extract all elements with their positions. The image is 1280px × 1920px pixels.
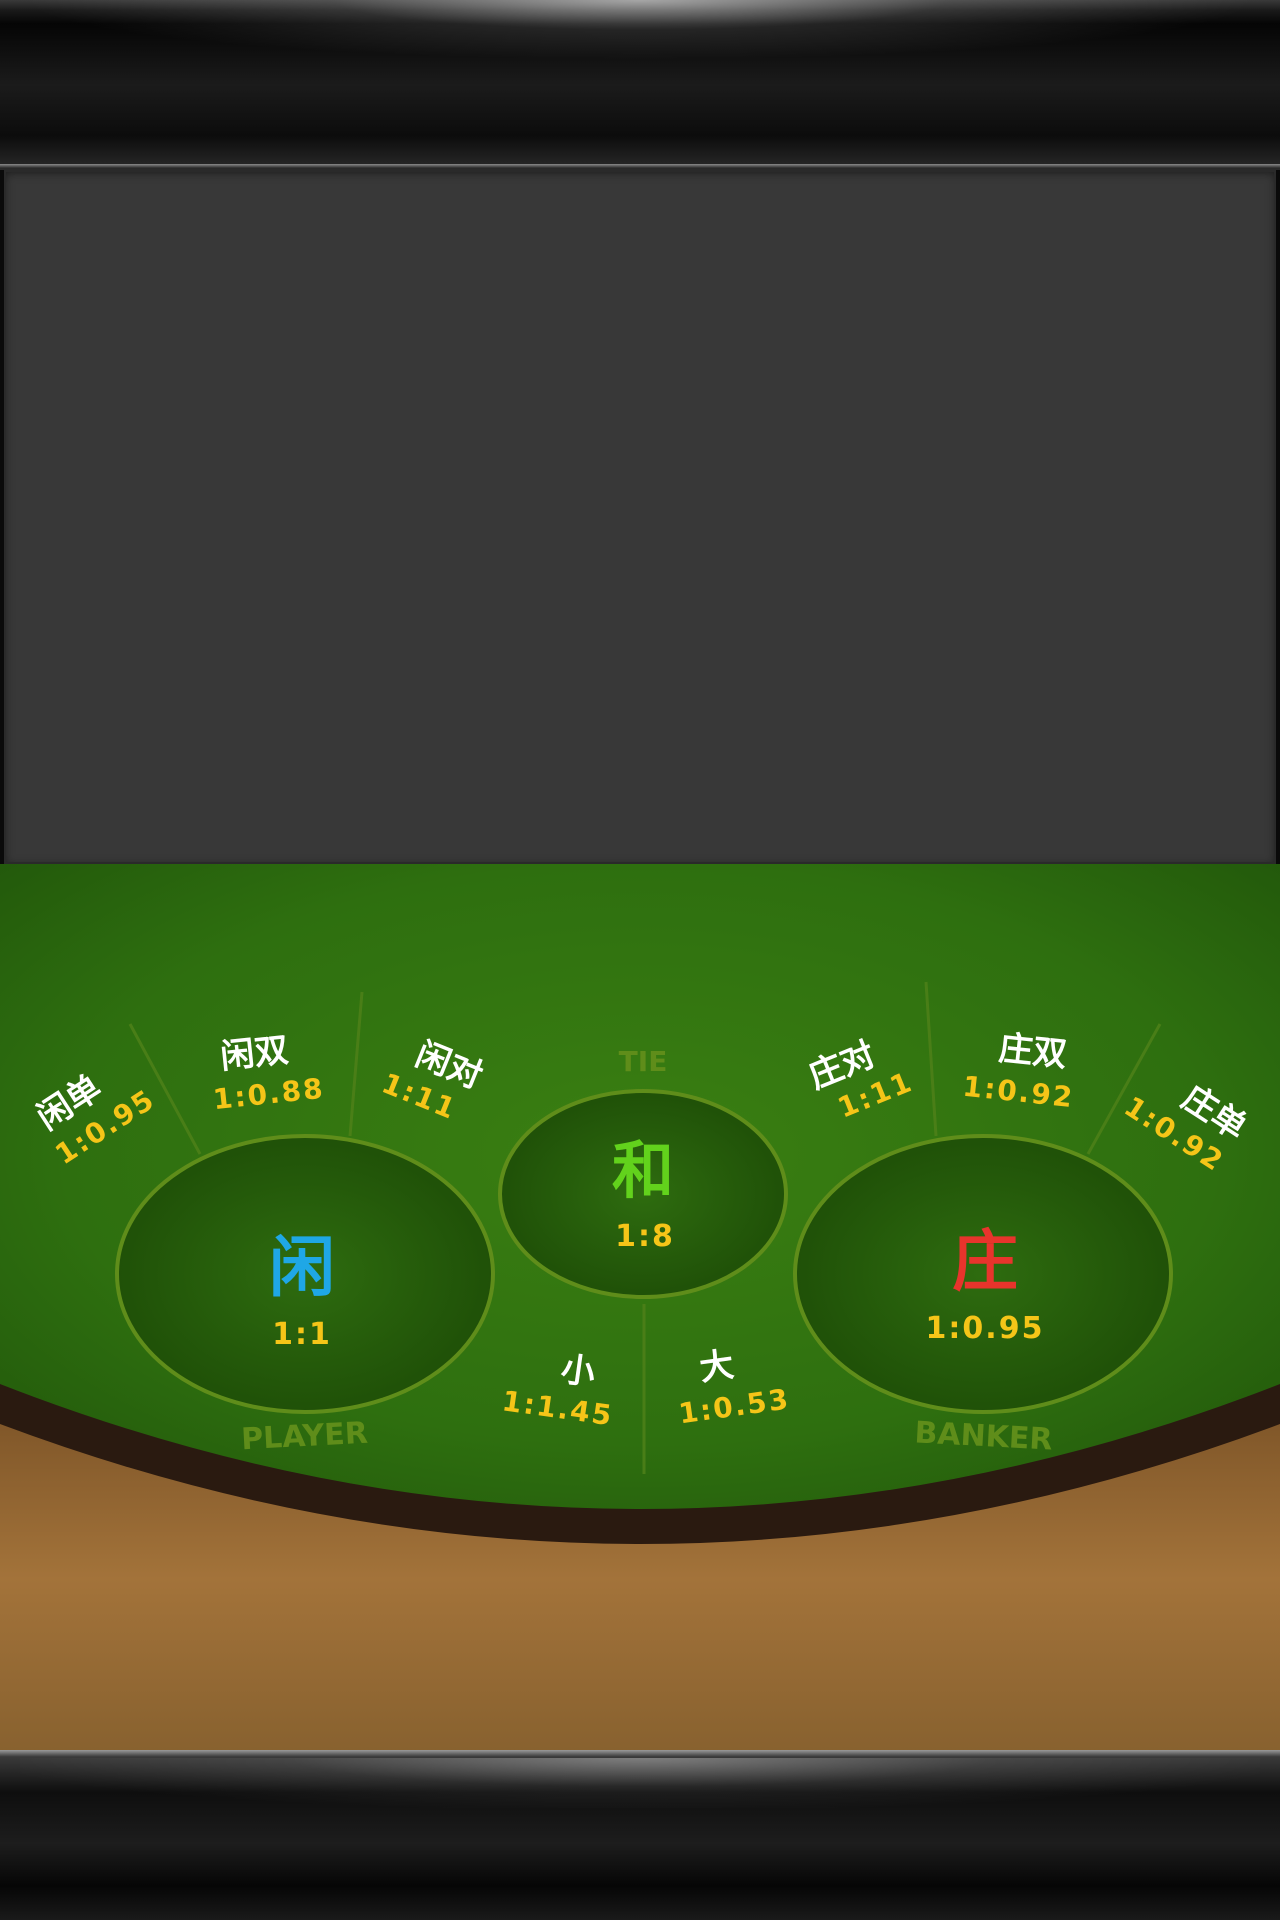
player-label: PLAYER — [240, 1416, 368, 1458]
top-bar-edge — [0, 164, 1280, 168]
big-name: 大 — [697, 1345, 736, 1389]
banker-label: BANKER — [914, 1415, 1054, 1457]
top-bar-highlight — [20, 0, 1260, 60]
bottom-bar-highlight — [20, 1758, 1260, 1808]
bottom-frame-bar — [0, 1750, 1280, 1920]
player-even-name: 闲双 — [219, 1030, 291, 1077]
baccarat-table: 闲 1:1 PLAYER 和 1:8 TIE 庄 1:0.95 BANKER 闲… — [0, 864, 1280, 1764]
tie-odds: 1:8 — [615, 1219, 675, 1254]
tie-bet-spot[interactable]: 和 1:8 — [498, 1089, 788, 1299]
banker-bet-spot[interactable]: 庄 1:0.95 — [793, 1134, 1173, 1414]
top-frame-bar — [0, 0, 1280, 170]
player-char: 闲 — [269, 1229, 335, 1306]
tie-label: TIE — [619, 1045, 668, 1078]
banker-char: 庄 — [952, 1223, 1018, 1300]
banker-odds: 1:0.95 — [926, 1311, 1045, 1346]
baccarat-table-layout: 闲 1:1 PLAYER 和 1:8 TIE 庄 1:0.95 BANKER 闲… — [0, 864, 1280, 1764]
tie-char: 和 — [612, 1134, 674, 1207]
small-name: 小 — [558, 1349, 597, 1393]
player-odds: 1:1 — [272, 1317, 332, 1352]
banker-even-name: 庄双 — [997, 1028, 1069, 1075]
player-bet-spot[interactable]: 闲 1:1 — [115, 1134, 495, 1414]
live-video-panel — [4, 170, 1276, 864]
